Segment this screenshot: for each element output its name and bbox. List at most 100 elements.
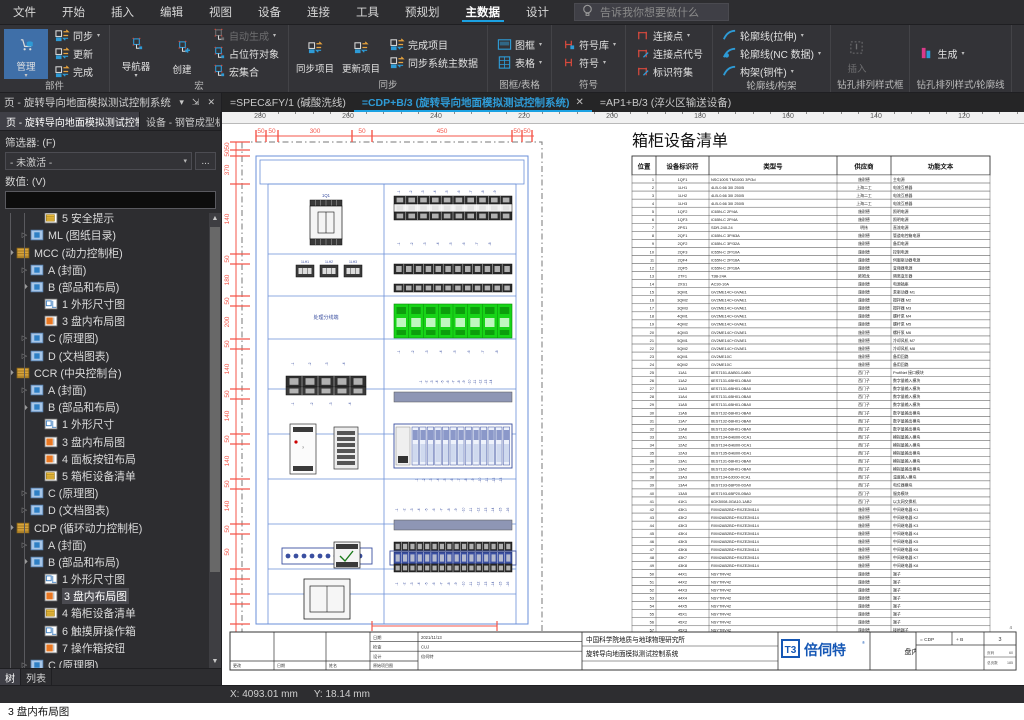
tree-node[interactable]: ◢MCC (动力控制柜) — [0, 244, 209, 261]
pin-icon[interactable]: ⇲ — [190, 97, 202, 108]
tree-node[interactable]: 3 盘内布局图 — [0, 313, 209, 330]
chevron-down-icon[interactable]: ▾ — [791, 68, 794, 75]
ribbon-button-symbol-library[interactable]: 符号库 ▾ — [558, 36, 619, 53]
tree-node[interactable]: ▷ML (图纸目录) — [0, 227, 209, 244]
ribbon-button-symbol[interactable]: 符号 ▾ — [558, 54, 619, 71]
chevron-down-icon[interactable]: ▾ — [613, 41, 616, 48]
tree-node[interactable]: ◢B (部品和布局) — [0, 399, 209, 416]
tree-node[interactable]: ◢CDP (循环动力控制柜) — [0, 519, 209, 536]
ribbon-button-connection-point[interactable]: 连接点 ▾ — [632, 27, 706, 44]
tree-node[interactable]: ▷D (文档图表) — [0, 347, 209, 364]
drawing-canvas[interactable]: 280 260 240 220 200 180 160 140 120 50 50 300 50 450… — [222, 112, 1024, 685]
ribbon-button-sync-master-data[interactable]: 同步系统主数据 — [387, 54, 481, 71]
menu-item-4[interactable]: 视图 — [196, 0, 245, 24]
menu-item-3[interactable]: 编辑 — [147, 0, 196, 24]
tree-node[interactable]: 1 外形尺寸图 — [0, 571, 209, 588]
tree-node[interactable]: ▷A (封面) — [0, 261, 209, 278]
tree-node[interactable]: ◢B (部品和布局) — [0, 553, 209, 570]
chevron-down-icon[interactable]: ▾ — [97, 32, 100, 39]
tree-scrollbar[interactable]: ▲ ▼ — [209, 213, 221, 668]
scrollbar-thumb[interactable] — [210, 227, 220, 572]
ribbon-button-connection-point-designation[interactable]: 连接点代号 — [632, 45, 706, 62]
menu-item-5[interactable]: 设备 — [245, 0, 294, 24]
svg-text:41K1: 41K1 — [678, 499, 687, 504]
scroll-up-arrow[interactable]: ▲ — [209, 213, 221, 225]
document-tab-1[interactable]: =CDP+B/3 (旋转导向地面模拟测试控制系统) ✕ — [353, 93, 592, 112]
panel-tab-1[interactable]: 设备 - 钢管成型机 — [140, 112, 221, 130]
ribbon-button-macro-create[interactable]: 创建 — [160, 32, 204, 76]
tree-node[interactable]: 4 箱柜设备清单 — [0, 605, 209, 622]
tree-node[interactable]: ▷C (原理图) — [0, 656, 209, 668]
chevron-down-icon[interactable]: ▾ — [539, 59, 542, 66]
tree-node[interactable]: ◢CCR (中央控制台) — [0, 364, 209, 381]
document-tab-0[interactable]: =SPEC&FY/1 (碱酸洗线) — [222, 93, 354, 112]
tree-node[interactable]: 1 外形尺寸图 — [0, 296, 209, 313]
tree-node[interactable]: 5 箱柜设备清单 — [0, 467, 209, 484]
panel-tab-0[interactable]: 页 - 旋转导向地面模拟测试控制... — [0, 112, 140, 130]
tree-node[interactable]: 4 面板按钮布局 — [0, 450, 209, 467]
tree-node[interactable]: 7 操作箱按钮 — [0, 639, 209, 656]
menu-item-8[interactable]: 预规划 — [392, 0, 453, 24]
tree-node[interactable]: 3 盘内布局图 — [0, 433, 209, 450]
ribbon-button-frame-copper[interactable]: 构架(铜件) ▾ — [719, 63, 824, 80]
chevron-down-icon[interactable]: ▾ — [24, 73, 27, 79]
menu-item-9[interactable]: 主数据 — [453, 0, 514, 24]
document-tab-2[interactable]: =AP1+B/3 (淬火区输送设备) — [592, 93, 739, 112]
ribbon-button-identifier-set[interactable]: 标识符集 — [632, 63, 706, 80]
filter-more-button[interactable]: ... — [195, 152, 216, 170]
ribbon-button-macro-navigator[interactable]: 导航器 ▾ — [114, 29, 158, 79]
ribbon-button-complete-part[interactable]: 完成 — [52, 63, 103, 80]
ribbon-button-table[interactable]: 表格 ▾ — [494, 54, 545, 71]
chevron-down-icon[interactable]: ▾ — [177, 97, 186, 108]
chevron-down-icon[interactable]: ▾ — [818, 50, 821, 57]
tell-me-search-box[interactable]: 告诉我你想要做什么 — [574, 3, 729, 21]
tree-node[interactable]: 6 触摸屏操作箱 — [0, 622, 209, 639]
chevron-down-icon[interactable]: ▾ — [801, 32, 804, 39]
ribbon-button-macro-collection[interactable]: 宏集合 — [208, 63, 282, 80]
value-input[interactable] — [5, 191, 216, 209]
tree-node[interactable]: ▷C (原理图) — [0, 330, 209, 347]
chevron-down-icon[interactable]: ▾ — [273, 32, 276, 39]
ribbon-button-auto-generate[interactable]: 自动生成 ▾ — [208, 27, 282, 44]
ribbon-button-sync-part[interactable]: 同步 ▾ — [52, 27, 103, 44]
ribbon-button-outline-extrude[interactable]: 轮廓线(拉伸) ▾ — [719, 27, 824, 44]
chevron-down-icon[interactable]: ▾ — [603, 59, 606, 66]
chevron-down-icon[interactable]: ▾ — [961, 50, 964, 57]
ribbon-button-placeholder-object[interactable]: 占位符对象 — [208, 45, 282, 62]
ribbon-button-insert-drill-pattern[interactable]: 插入 — [835, 31, 879, 75]
ribbon-button-update-project[interactable]: 更新项目 — [339, 31, 383, 75]
svg-text:-11: -11 — [469, 508, 473, 513]
ribbon-button-frame[interactable]: 图框 ▾ — [494, 36, 545, 53]
svg-text:1LH3: 1LH3 — [678, 201, 687, 206]
tree-node[interactable]: 5 安全提示 — [0, 213, 209, 227]
tree-node[interactable]: ◢B (部品和布局) — [0, 278, 209, 295]
scroll-down-arrow[interactable]: ▼ — [209, 656, 221, 668]
panel-bottom-tab-1[interactable]: 列表 — [21, 669, 52, 685]
tree-node[interactable]: ▷A (封面) — [0, 381, 209, 398]
chevron-down-icon[interactable]: ▾ — [135, 73, 138, 79]
tree-node[interactable]: ▷C (原理图) — [0, 485, 209, 502]
ribbon-button-outline-nc[interactable]: 轮廓线(NC 数据) ▾ — [719, 45, 824, 62]
tree-node[interactable]: ▷D (文档图表) — [0, 502, 209, 519]
tree-node[interactable]: 3 盘内布局图 — [0, 588, 209, 605]
close-icon[interactable]: ✕ — [205, 97, 217, 108]
ribbon-button-sync-project[interactable]: 同步项目 — [293, 31, 337, 75]
ribbon-button-complete-project[interactable]: 完成项目 — [387, 36, 481, 53]
filter-select[interactable]: - 未激活 - ▾ — [5, 152, 192, 170]
tree-node[interactable]: 1 外形尺寸 — [0, 416, 209, 433]
menu-item-10[interactable]: 设计 — [513, 0, 562, 24]
panel-bottom-tab-0[interactable]: 树 — [0, 669, 21, 685]
close-icon[interactable]: ✕ — [576, 97, 584, 108]
menu-item-2[interactable]: 插入 — [98, 0, 147, 24]
ruler-minor-tick — [893, 112, 895, 114]
menu-item-1[interactable]: 开始 — [49, 0, 98, 24]
ribbon-button-cart-database[interactable]: 管理 ▾ — [4, 28, 48, 79]
menu-item-0[interactable]: 文件 — [0, 0, 49, 24]
menu-item-6[interactable]: 连接 — [294, 0, 343, 24]
chevron-down-icon[interactable]: ▾ — [539, 41, 542, 48]
ribbon-button-generate[interactable]: 生成 ▾ — [916, 45, 967, 62]
chevron-down-icon[interactable]: ▾ — [687, 32, 690, 39]
menu-item-7[interactable]: 工具 — [343, 0, 392, 24]
tree-node[interactable]: ▷A (封面) — [0, 536, 209, 553]
ribbon-button-update-part[interactable]: 更新 — [52, 45, 103, 62]
